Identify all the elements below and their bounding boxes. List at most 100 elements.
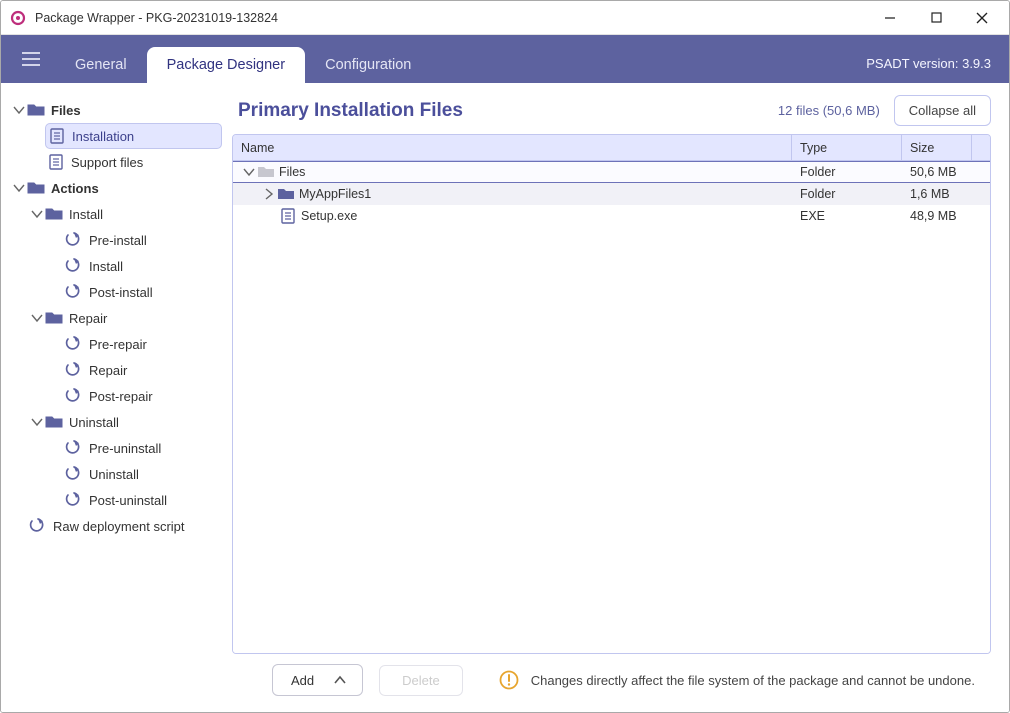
action-icon — [65, 465, 83, 483]
tree-label: Pre-repair — [89, 337, 147, 352]
tree-label: Post-uninstall — [89, 493, 167, 508]
table-row[interactable]: Files Folder 50,6 MB — [233, 161, 990, 183]
table-row[interactable]: Setup.exe EXE 48,9 MB — [233, 205, 990, 227]
app-logo-icon — [9, 9, 27, 27]
tree-pre-install[interactable]: Pre-install — [63, 227, 222, 253]
tree-repair-action[interactable]: Repair — [63, 357, 222, 383]
chevron-right-icon[interactable] — [261, 186, 277, 202]
tree-post-repair[interactable]: Post-repair — [63, 383, 222, 409]
tree-install-action[interactable]: Install — [63, 253, 222, 279]
tree-label: Pre-uninstall — [89, 441, 161, 456]
chevron-down-icon — [11, 102, 27, 118]
table-row[interactable]: MyAppFiles1 Folder 1,6 MB — [233, 183, 990, 205]
tree-label: Installation — [72, 129, 134, 144]
tree-actions[interactable]: Actions — [9, 175, 222, 201]
file-count-label: 12 files (50,6 MB) — [778, 103, 880, 118]
folder-icon — [27, 179, 45, 197]
tree-label: Pre-install — [89, 233, 147, 248]
tree-label: Repair — [69, 311, 107, 326]
warning-message: Changes directly affect the file system … — [499, 670, 975, 690]
chevron-down-icon — [29, 414, 45, 430]
sidebar-tree: Files Installation Support files Actions — [1, 83, 226, 712]
action-icon — [65, 439, 83, 457]
tree-install-group[interactable]: Install — [27, 201, 222, 227]
tree-label: Uninstall — [89, 467, 139, 482]
window-title: Package Wrapper - PKG-20231019-132824 — [35, 11, 278, 25]
folder-icon — [27, 101, 45, 119]
document-icon — [279, 207, 297, 225]
action-icon — [65, 231, 83, 249]
chevron-down-icon[interactable] — [241, 164, 257, 180]
folder-icon — [45, 309, 63, 327]
body: Files Installation Support files Actions — [1, 83, 1009, 712]
tree-files[interactable]: Files — [9, 97, 222, 123]
minimize-button[interactable] — [867, 3, 913, 33]
cell-size: 1,6 MB — [902, 187, 990, 201]
action-icon — [29, 517, 47, 535]
tree-installation[interactable]: Installation — [45, 123, 222, 149]
chevron-down-icon — [29, 206, 45, 222]
close-button[interactable] — [959, 3, 1005, 33]
column-size[interactable]: Size — [902, 135, 972, 160]
tree-post-uninstall[interactable]: Post-uninstall — [63, 487, 222, 513]
main-header: Primary Installation Files 12 files (50,… — [232, 95, 991, 126]
add-button[interactable]: Add — [272, 664, 363, 696]
cell-name: Files — [279, 165, 305, 179]
add-button-label: Add — [291, 673, 314, 688]
tree-uninstall-action[interactable]: Uninstall — [63, 461, 222, 487]
cell-name: MyAppFiles1 — [299, 187, 371, 201]
tree-uninstall-group[interactable]: Uninstall — [27, 409, 222, 435]
cell-type: Folder — [792, 165, 902, 179]
title-bar: Package Wrapper - PKG-20231019-132824 — [1, 1, 1009, 35]
ribbon: General Package Designer Configuration P… — [1, 35, 1009, 83]
folder-icon — [277, 185, 295, 203]
folder-icon — [45, 205, 63, 223]
action-icon — [65, 335, 83, 353]
action-icon — [65, 257, 83, 275]
tree-label: Post-repair — [89, 389, 153, 404]
tree-repair-group[interactable]: Repair — [27, 305, 222, 331]
warning-text: Changes directly affect the file system … — [531, 673, 975, 688]
cell-size: 50,6 MB — [902, 165, 990, 179]
tree-post-install[interactable]: Post-install — [63, 279, 222, 305]
column-type[interactable]: Type — [792, 135, 902, 160]
tree-label: Repair — [89, 363, 127, 378]
folder-icon — [257, 163, 275, 181]
cell-type: EXE — [792, 209, 902, 223]
tree-label: Uninstall — [69, 415, 119, 430]
tree-label: Actions — [51, 181, 99, 196]
hamburger-menu-button[interactable] — [13, 41, 49, 77]
window: Package Wrapper - PKG-20231019-132824 Ge… — [0, 0, 1010, 713]
tree-label: Raw deployment script — [53, 519, 185, 534]
collapse-all-button[interactable]: Collapse all — [894, 95, 991, 126]
table-body: Files Folder 50,6 MB MyAppFiles1 Folder … — [233, 161, 990, 653]
table-header: Name Type Size — [233, 135, 990, 161]
maximize-button[interactable] — [913, 3, 959, 33]
column-name[interactable]: Name — [233, 135, 792, 160]
tab-configuration[interactable]: Configuration — [305, 47, 431, 83]
warning-icon — [499, 670, 519, 690]
document-icon — [47, 153, 65, 171]
chevron-down-icon — [29, 310, 45, 326]
tree-support-files[interactable]: Support files — [45, 149, 222, 175]
tree-raw-deployment-script[interactable]: Raw deployment script — [27, 513, 222, 539]
chevron-up-icon — [332, 672, 348, 688]
tree-pre-repair[interactable]: Pre-repair — [63, 331, 222, 357]
delete-button[interactable]: Delete — [379, 665, 463, 696]
cell-name: Setup.exe — [301, 209, 357, 223]
psadt-version-label: PSADT version: 3.9.3 — [866, 56, 991, 83]
main-panel: Primary Installation Files 12 files (50,… — [226, 83, 1009, 712]
action-icon — [65, 283, 83, 301]
tab-general[interactable]: General — [55, 47, 147, 83]
cell-size: 48,9 MB — [902, 209, 990, 223]
folder-icon — [45, 413, 63, 431]
tab-package-designer[interactable]: Package Designer — [147, 47, 306, 83]
cell-type: Folder — [792, 187, 902, 201]
tree-pre-uninstall[interactable]: Pre-uninstall — [63, 435, 222, 461]
action-icon — [65, 491, 83, 509]
tree-label: Post-install — [89, 285, 153, 300]
tree-label: Install — [89, 259, 123, 274]
action-icon — [65, 361, 83, 379]
column-spacer — [972, 135, 990, 160]
page-title: Primary Installation Files — [238, 100, 764, 122]
